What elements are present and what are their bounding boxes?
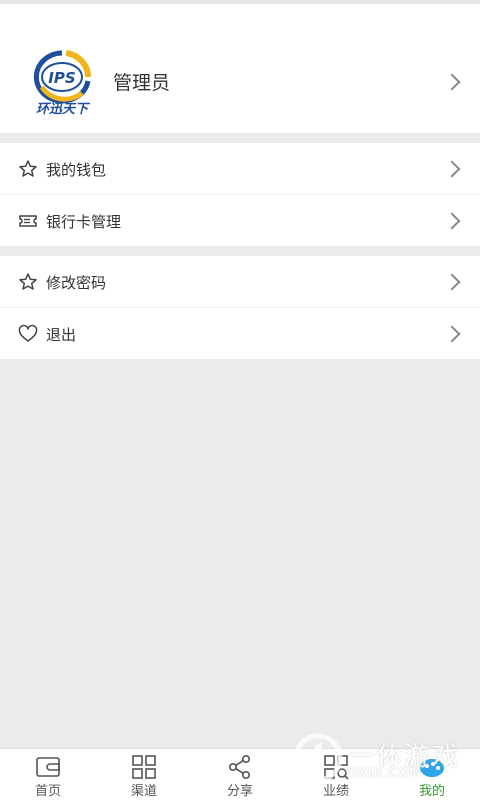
profile-header[interactable]: IPS 环迅天下 管理员 (0, 4, 480, 133)
star-icon (19, 160, 37, 177)
tab-label: 渠道 (130, 784, 157, 799)
tab-label: 分享 (226, 784, 253, 799)
chevron-right-icon (443, 325, 461, 343)
grid-icon (132, 755, 156, 779)
heart-icon (18, 324, 38, 342)
menu-item-label: 修改密码 (46, 274, 107, 292)
menu-item-wallet[interactable]: 我的钱包 (0, 143, 480, 195)
menu-item-label: 退出 (46, 326, 77, 344)
profile-name: 管理员 (113, 72, 171, 94)
svg-text:环迅天下: 环迅天下 (36, 102, 91, 117)
chevron-right-icon (443, 73, 461, 91)
tab-label: 首页 (34, 784, 61, 799)
star-icon (19, 273, 37, 290)
tab-channel[interactable]: 渠道 (96, 749, 192, 801)
svg-text:IPS: IPS (48, 69, 75, 87)
wallet-icon (36, 757, 60, 777)
tab-home[interactable]: 首页 (0, 749, 96, 801)
watermark-logo-icon (293, 733, 343, 783)
menu-item-change-password[interactable]: 修改密码 (0, 256, 480, 308)
chevron-right-icon (443, 212, 461, 230)
menu-item-bank-card[interactable]: 银行卡管理 (0, 195, 480, 246)
menu-item-label: 我的钱包 (46, 161, 107, 179)
company-logo: IPS 环迅天下 (33, 50, 92, 117)
menu-group-account: 修改密码 退出 (0, 256, 480, 359)
menu-item-logout[interactable]: 退出 (0, 308, 480, 359)
ticket-icon (19, 215, 37, 227)
watermark: 一休游戏 YIXUI.COM (290, 730, 480, 800)
menu-group-wallet: 我的钱包 银行卡管理 (0, 143, 480, 246)
watermark-subtitle: YIXUI.COM (344, 766, 422, 781)
menu-item-label: 银行卡管理 (46, 213, 122, 231)
share-icon (228, 754, 250, 779)
chevron-right-icon (443, 160, 461, 178)
tab-share[interactable]: 分享 (192, 749, 288, 801)
chevron-right-icon (443, 273, 461, 291)
